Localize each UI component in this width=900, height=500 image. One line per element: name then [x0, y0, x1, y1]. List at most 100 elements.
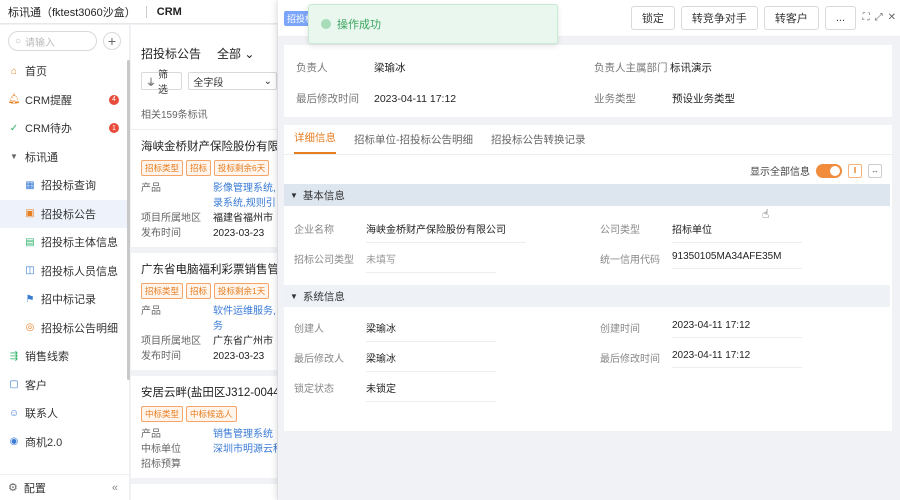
summary-field: 负责人 梁瑜冰: [296, 61, 406, 75]
field-value: 梁瑜冰: [366, 320, 496, 342]
tab-conversion-record[interactable]: 招投标公告转换记录: [491, 132, 586, 154]
sidebar-item-bid-announcement[interactable]: ▣ 招投标公告: [0, 199, 129, 228]
success-toast: 操作成功: [308, 4, 558, 44]
field-value: 未锁定: [366, 380, 496, 402]
field-row: 发布时间 2023-03-23: [141, 226, 277, 241]
sidebar-item-contact[interactable]: ☺ 联系人: [0, 399, 129, 428]
field-label: 负责人: [296, 62, 328, 74]
list-item[interactable]: 广东省电脑福利彩票销售管理 招标类型 招标 投标剩余1天 产品 软件运维服务, 务…: [131, 253, 277, 376]
count-badge: 1: [109, 123, 119, 133]
field-link[interactable]: 务: [213, 319, 223, 334]
tag-group: 招标类型 招标 投标剩余1天: [141, 283, 277, 299]
field-label: 项目所属地区: [141, 336, 201, 347]
to-customer-button[interactable]: 转客户: [763, 6, 819, 30]
field-credit-code: 统一信用代码 91350105MA34AFE35M: [600, 251, 802, 269]
sidebar-item-label: 招投标人员信息: [41, 265, 118, 278]
tag: 投标剩余1天: [214, 283, 270, 299]
sidebar-item-bid-query[interactable]: ▦ 招投标查询: [0, 171, 129, 200]
show-all-toggle[interactable]: [816, 163, 842, 178]
field-row: 中标单位 深圳市明源云科: [141, 442, 277, 457]
resize-icon[interactable]: ↔: [868, 163, 882, 178]
field-value: 2023-04-11 17:12: [672, 320, 802, 338]
list-item[interactable]: 安居云畔(盐田区J312-0044地 中标类型 中标候选人 产品 销售管理系统 中…: [131, 376, 277, 484]
bell-icon: 🔔︎: [7, 94, 21, 106]
filter-button[interactable]: ⏚ 筛选: [141, 70, 183, 96]
close-icon[interactable]: ✕: [888, 12, 896, 23]
field-value: 2023-04-11 17:12: [374, 93, 457, 105]
field-label: 负责人主属部门: [594, 62, 668, 74]
module-name[interactable]: CRM: [157, 6, 182, 18]
lead-icon: ⇶: [9, 350, 19, 362]
sidebar-item-label: 招投标公告: [41, 208, 96, 221]
list-header: 招投标公告 全部 ⌄: [131, 25, 277, 62]
list-item[interactable]: 海峡金桥财产保险股份有限公司 招标类型 招标 投标剩余6天 产品影像管理系统, …: [131, 130, 277, 253]
sidebar-group-biaoxuntong[interactable]: ▼ 标讯通: [0, 143, 129, 172]
fullscreen-icon[interactable]: ⛶: [863, 12, 870, 23]
sidebar-search-input[interactable]: ○ 请输入: [8, 31, 97, 51]
field-value: 预设业务类型: [672, 93, 735, 105]
field-label: 统一信用代码: [600, 255, 660, 266]
tag-group: 招标类型 招标 投标剩余6天: [141, 160, 277, 176]
field-label: 产品: [141, 429, 161, 440]
detail-drawer: 招投标 操作成功 锁定 转竞争对手 转客户 ... ⛶ ⤢ ✕ 负责人 梁瑜冰 …: [278, 0, 900, 500]
sidebar-item-bid-person[interactable]: ◫ 招投标人员信息: [0, 257, 129, 286]
section-basic-info[interactable]: ▼ 基本信息: [284, 184, 890, 206]
contact-icon: ☺: [8, 407, 20, 419]
sidebar-item-bid-detail[interactable]: ◎ 招投标公告明细: [0, 314, 129, 343]
sidebar-item-crm-reminder[interactable]: 🔔︎ CRM提醒 4: [0, 86, 129, 115]
list-item-title[interactable]: 广东省电脑福利彩票销售管理: [141, 261, 277, 277]
section-system-info[interactable]: ▼ 系统信息: [284, 285, 890, 307]
sidebar-item-award-record[interactable]: ⚑ 招中标记录: [0, 285, 129, 314]
sidebar-item-label: CRM待办: [25, 123, 73, 136]
expand-icon[interactable]: ⤢: [875, 12, 883, 23]
field-label: [141, 319, 213, 334]
field-link[interactable]: 销售管理系统: [213, 427, 273, 442]
sidebar-item-bid-entity[interactable]: ▤ 招投标主体信息: [0, 228, 129, 257]
sidebar-item-crm-todo[interactable]: ✓ CRM待办 1: [0, 114, 129, 143]
customer-icon: ▢: [9, 379, 19, 391]
filter-row: ⏚ 筛选 全字段 ⌄: [131, 62, 277, 96]
field-label: 中标单位: [141, 444, 181, 455]
show-all-control: 显示全部信息 ‖ ↔: [750, 163, 882, 178]
field-company-type: 公司类型 招标单位: [600, 221, 802, 243]
sidebar-item-label: 联系人: [25, 408, 58, 421]
field-select[interactable]: 全字段 ⌄: [188, 72, 277, 90]
field-label: 最后修改人: [294, 354, 344, 365]
sidebar-item-label: 销售线索: [25, 351, 69, 364]
field-company: 企业名称 海峡金桥财产保险股份有限公司: [294, 221, 526, 243]
mouse-cursor-icon: ☝: [762, 207, 770, 221]
tag: 招标类型: [141, 160, 184, 176]
sidebar-item-sales-lead[interactable]: ⇶ 销售线索: [0, 342, 129, 371]
sidebar-footer: ⚙ 配置 «: [0, 474, 130, 500]
field-link[interactable]: 深圳市明源云科: [213, 442, 277, 457]
field-link[interactable]: 录系统,规则引: [213, 196, 276, 211]
tag: 中标类型: [141, 406, 184, 422]
field-link[interactable]: 影像管理系统,: [213, 181, 276, 196]
to-competitor-button[interactable]: 转竞争对手: [680, 6, 758, 30]
search-icon: ○: [15, 35, 22, 47]
field-value: 91350105MA34AFE35M: [672, 251, 802, 269]
sidebar-item-label: 招中标记录: [41, 294, 96, 307]
list-item-title[interactable]: 安居云畔(盐田区J312-0044地: [141, 384, 277, 400]
field-value: 福建省福州市: [213, 213, 273, 224]
more-button[interactable]: ...: [824, 6, 856, 30]
columns-icon[interactable]: ‖: [848, 163, 862, 178]
add-icon[interactable]: +: [103, 32, 121, 50]
sidebar-item-opportunity[interactable]: ◉ 商机2.0: [0, 428, 129, 457]
field-label: 产品: [141, 306, 161, 317]
list-item-title[interactable]: 海峡金桥财产保险股份有限公司: [141, 138, 277, 154]
sidebar-item-customer[interactable]: ▢ 客户: [0, 371, 129, 400]
tab-bid-detail[interactable]: 招标单位-招投标公告明细: [354, 132, 473, 154]
tab-details[interactable]: 详细信息: [294, 130, 336, 154]
sidebar-item-home[interactable]: ⌂ 首页: [0, 57, 129, 86]
view-selector[interactable]: 全部 ⌄: [217, 45, 254, 62]
lock-button[interactable]: 锁定: [630, 6, 675, 30]
settings-icon[interactable]: ⚙: [8, 481, 18, 494]
config-link[interactable]: 配置: [24, 480, 46, 496]
field-row: 产品 软件运维服务,: [141, 304, 277, 319]
list-panel: 招投标公告 全部 ⌄ ⏚ 筛选 全字段 ⌄ 相关159条标讯 海峡金桥财产保险股…: [131, 25, 277, 500]
field-link[interactable]: 软件运维服务,: [213, 304, 276, 319]
sidebar-item-label: 首页: [25, 66, 47, 79]
collapse-icon[interactable]: «: [112, 482, 118, 494]
sidebar-scrollbar[interactable]: [127, 60, 130, 380]
